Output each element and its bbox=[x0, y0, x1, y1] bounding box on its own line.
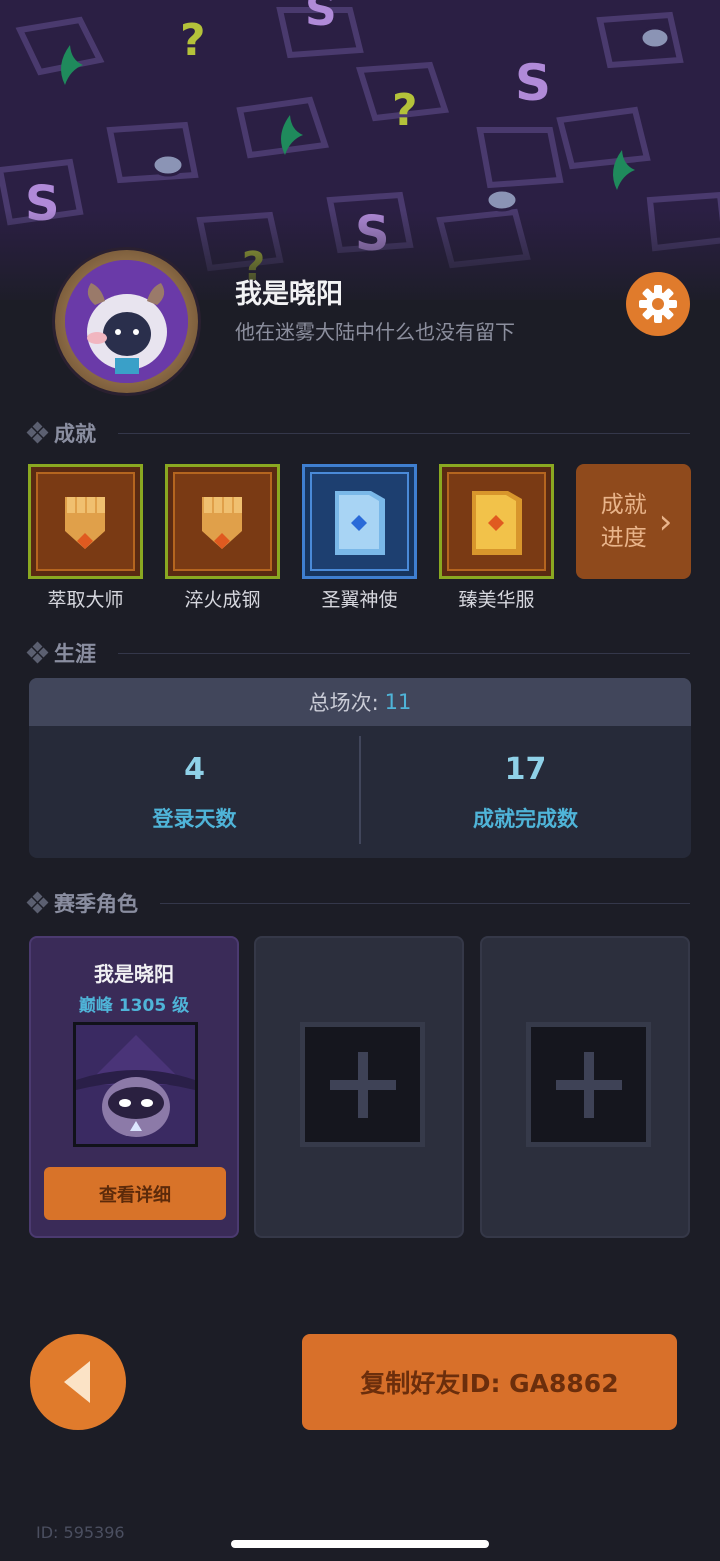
achievement-item[interactable]: 萃取大师 bbox=[28, 464, 143, 612]
achievement-progress-button[interactable]: 成就 进度 › bbox=[576, 464, 691, 579]
role-portrait[interactable] bbox=[73, 1022, 198, 1147]
diamond-bullet-icon bbox=[26, 891, 49, 914]
avatar-image bbox=[65, 260, 188, 383]
achievement-progress-label: 成就 进度 bbox=[595, 489, 653, 555]
total-matches-row: 总场次: 11 bbox=[29, 678, 691, 726]
achievement-label: 圣翼神使 bbox=[321, 589, 398, 611]
stat-label: 登录天数 bbox=[152, 806, 237, 831]
plus-icon bbox=[555, 1051, 622, 1118]
section-title-achievements: 成就 bbox=[54, 422, 96, 446]
achievement-label: 萃取大师 bbox=[47, 589, 124, 611]
blue-card-badge-icon bbox=[302, 464, 417, 579]
fist-badge-icon bbox=[165, 464, 280, 579]
stat-divider bbox=[359, 736, 361, 844]
chevron-right-icon: › bbox=[658, 501, 673, 542]
stat-value: 17 bbox=[504, 751, 547, 787]
section-title-season-roles: 赛季角色 bbox=[54, 892, 138, 916]
season-role-card: 我是晓阳 巅峰 1305 级 查看详细 bbox=[29, 936, 239, 1238]
diamond-bullet-icon bbox=[26, 421, 49, 444]
view-details-button[interactable]: 查看详细 bbox=[44, 1167, 226, 1220]
progress-label-line2: 进度 bbox=[600, 524, 647, 551]
user-id: ID: 595396 bbox=[36, 1523, 125, 1542]
section-divider bbox=[118, 432, 690, 434]
stat-login-days: 4 登录天数 bbox=[29, 726, 360, 858]
plus-icon bbox=[329, 1051, 396, 1118]
achievement-item[interactable]: 圣翼神使 bbox=[302, 464, 417, 612]
season-roles-section-header: 赛季角色 bbox=[26, 888, 690, 918]
career-panel: 总场次: 11 4 登录天数 17 成就完成数 bbox=[29, 678, 691, 858]
signature: 他在迷雾大陆中什么也没有留下 bbox=[235, 320, 515, 344]
gear-icon bbox=[639, 285, 677, 323]
copy-friend-id-button[interactable]: 复制好友ID: GA8862 bbox=[302, 1334, 677, 1430]
progress-label-line1: 成就 bbox=[600, 491, 647, 518]
gold-card-badge-icon bbox=[439, 464, 554, 579]
season-role-slot-empty[interactable] bbox=[254, 936, 464, 1238]
add-role-slot[interactable] bbox=[526, 1022, 651, 1147]
avatar[interactable] bbox=[55, 250, 198, 393]
svg-text:?: ? bbox=[392, 85, 418, 136]
section-divider bbox=[118, 652, 690, 654]
nickname: 我是晓阳 bbox=[235, 279, 343, 310]
svg-text:S: S bbox=[515, 54, 551, 112]
role-name: 我是晓阳 bbox=[94, 962, 174, 986]
section-divider bbox=[160, 902, 690, 904]
back-button[interactable] bbox=[30, 1334, 126, 1430]
total-matches-label: 总场次: bbox=[308, 691, 379, 715]
stat-value: 4 bbox=[184, 751, 205, 787]
role-level: 巅峰 1305 级 bbox=[78, 996, 190, 1016]
achievement-item[interactable]: 臻美华服 bbox=[439, 464, 554, 612]
achievement-label: 臻美华服 bbox=[458, 589, 535, 611]
achievement-item[interactable]: 淬火成钢 bbox=[165, 464, 280, 612]
achievements-section-header: 成就 bbox=[26, 418, 690, 448]
career-section-header: 生涯 bbox=[26, 638, 690, 668]
achievement-label: 淬火成钢 bbox=[184, 589, 261, 611]
season-role-slot-empty[interactable] bbox=[480, 936, 690, 1238]
diamond-bullet-icon bbox=[26, 641, 49, 664]
stat-label: 成就完成数 bbox=[473, 806, 578, 831]
settings-button[interactable] bbox=[626, 272, 690, 336]
stat-achievements-completed: 17 成就完成数 bbox=[360, 726, 691, 858]
svg-text:S: S bbox=[305, 0, 337, 36]
home-indicator[interactable] bbox=[231, 1540, 489, 1548]
section-title-career: 生涯 bbox=[54, 642, 96, 666]
svg-text:?: ? bbox=[180, 15, 206, 66]
back-arrow-icon bbox=[64, 1361, 90, 1403]
fist-badge-icon bbox=[28, 464, 143, 579]
add-role-slot[interactable] bbox=[300, 1022, 425, 1147]
total-matches-value: 11 bbox=[384, 690, 412, 714]
